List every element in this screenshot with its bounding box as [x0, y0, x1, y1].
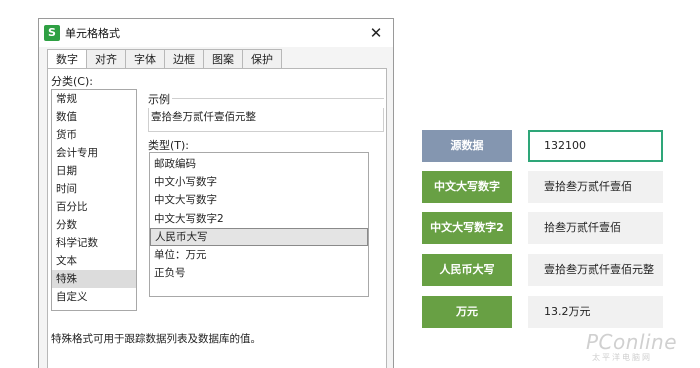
- type-item-postal-code[interactable]: 邮政编码: [150, 155, 368, 173]
- category-item-percentage[interactable]: 百分比: [52, 198, 136, 216]
- example-label: 中文大写数字2: [422, 212, 512, 244]
- watermark-logo: PConline: [586, 330, 678, 354]
- format-cells-dialog: S 单元格格式 ✕ 数字 对齐 字体 边框 图案 保护 分类(C): 常规 数值…: [38, 18, 394, 368]
- category-list[interactable]: 常规 数值 货币 会计专用 日期 时间 百分比 分数 科学记数 文本 特殊 自定…: [51, 89, 137, 311]
- example-value-cell[interactable]: 壹拾叁万贰仟壹佰: [528, 171, 663, 203]
- category-label: 分类(C):: [51, 75, 93, 88]
- category-item-scientific[interactable]: 科学记数: [52, 234, 136, 252]
- example-label: 万元: [422, 296, 512, 328]
- category-item-time[interactable]: 时间: [52, 180, 136, 198]
- category-item-text[interactable]: 文本: [52, 252, 136, 270]
- type-item-rmb-upper[interactable]: 人民币大写: [150, 227, 368, 246]
- example-label: 中文大写数字: [422, 171, 512, 203]
- app-icon: S: [44, 25, 60, 41]
- sample-divider: [172, 98, 384, 99]
- category-item-special[interactable]: 特殊: [52, 270, 136, 288]
- example-label: 人民币大写: [422, 254, 512, 286]
- tab-bar: 数字 对齐 字体 边框 图案 保护: [47, 49, 282, 70]
- format-description: 特殊格式可用于跟踪数据列表及数据库的值。: [51, 333, 261, 345]
- category-item-accounting[interactable]: 会计专用: [52, 144, 136, 162]
- tab-font[interactable]: 字体: [126, 49, 165, 69]
- sample-group: 示例 壹拾叁万贰仟壹佰元整: [148, 91, 384, 132]
- example-value-cell[interactable]: 拾叁万贰仟壹佰: [528, 212, 663, 244]
- tab-protection[interactable]: 保护: [243, 49, 282, 69]
- category-item-currency[interactable]: 货币: [52, 126, 136, 144]
- type-list[interactable]: 邮政编码 中文小写数字 中文大写数字 中文大写数字2 人民币大写 单位：万元 正…: [149, 152, 369, 297]
- sample-value: 壹拾叁万贰仟壹佰元整: [148, 108, 384, 132]
- category-item-number[interactable]: 数值: [52, 108, 136, 126]
- type-item-sign[interactable]: 正负号: [150, 264, 368, 282]
- category-item-fraction[interactable]: 分数: [52, 216, 136, 234]
- category-item-custom[interactable]: 自定义: [52, 288, 136, 306]
- example-value-cell[interactable]: 132100: [528, 130, 663, 162]
- title-bar: S 单元格格式 ✕: [39, 19, 393, 47]
- type-item-ten-thousand[interactable]: 单位：万元: [150, 246, 368, 264]
- category-item-date[interactable]: 日期: [52, 162, 136, 180]
- watermark: PConline 太平洋电脑网: [586, 330, 677, 363]
- type-item-chinese-upper-2[interactable]: 中文大写数字2: [150, 210, 368, 228]
- close-icon[interactable]: ✕: [365, 22, 387, 44]
- dialog-title: 单元格格式: [65, 27, 120, 40]
- type-item-chinese-lower[interactable]: 中文小写数字: [150, 173, 368, 191]
- example-value-cell[interactable]: 13.2万元: [528, 296, 663, 328]
- tab-pattern[interactable]: 图案: [204, 49, 243, 69]
- example-label: 源数据: [422, 130, 512, 162]
- sample-label: 示例: [148, 93, 170, 106]
- type-label: 类型(T):: [148, 139, 190, 152]
- example-value-cell[interactable]: 壹拾叁万贰仟壹佰元整: [528, 254, 663, 286]
- tab-border[interactable]: 边框: [165, 49, 204, 69]
- tab-alignment[interactable]: 对齐: [87, 49, 126, 69]
- type-item-chinese-upper[interactable]: 中文大写数字: [150, 191, 368, 209]
- category-item-general[interactable]: 常规: [52, 90, 136, 108]
- tab-number[interactable]: 数字: [47, 49, 87, 70]
